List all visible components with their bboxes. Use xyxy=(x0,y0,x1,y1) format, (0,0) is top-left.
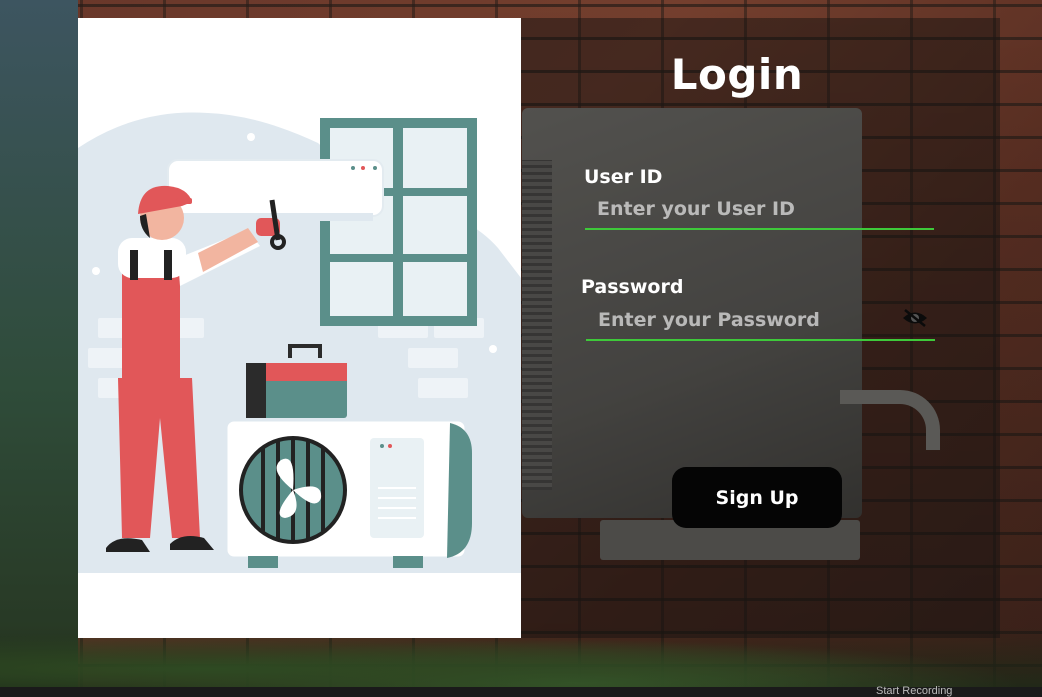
user-id-label: User ID xyxy=(584,166,663,188)
technician-illustration-svg xyxy=(78,112,521,573)
background-garden xyxy=(0,0,78,697)
sign-up-button[interactable]: Sign Up xyxy=(672,467,842,528)
start-recording-text[interactable]: Start Recording xyxy=(876,685,952,697)
user-id-input[interactable] xyxy=(585,190,934,230)
eye-slash-icon-svg xyxy=(903,309,927,327)
eye-slash-icon[interactable] xyxy=(901,307,929,329)
password-label: Password xyxy=(581,276,684,298)
password-input[interactable] xyxy=(586,301,935,341)
page-title: Login xyxy=(670,50,804,99)
technician-illustration xyxy=(78,18,521,638)
taskbar: Start Recording xyxy=(0,685,1042,697)
